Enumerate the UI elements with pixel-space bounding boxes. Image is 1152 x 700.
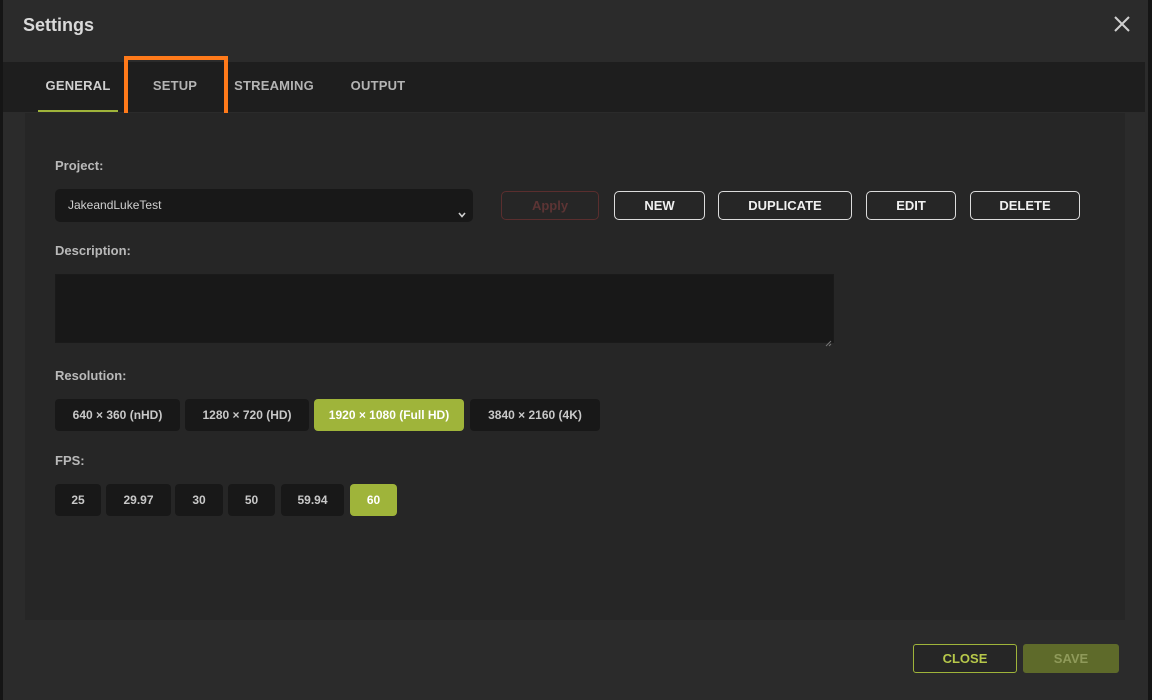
project-label: Project: xyxy=(55,158,104,173)
dialog-titlebar: Settings xyxy=(3,0,1148,50)
apply-button[interactable]: Apply xyxy=(501,191,599,220)
fps-option-25[interactable]: 25 xyxy=(55,484,101,516)
project-select-value: JakeandLukeTest xyxy=(68,198,162,212)
settings-dialog: Settings GENERAL SETUP STREAMING OUTPUT … xyxy=(3,0,1148,700)
delete-button[interactable]: DELETE xyxy=(970,191,1080,220)
dialog-title: Settings xyxy=(23,15,95,35)
description-label: Description: xyxy=(55,243,131,258)
chevron-down-icon xyxy=(457,200,467,218)
save-button[interactable]: SAVE xyxy=(1023,644,1119,673)
resolution-label: Resolution: xyxy=(55,368,127,383)
close-icon[interactable] xyxy=(1110,12,1134,36)
fps-option-59-94[interactable]: 59.94 xyxy=(281,484,344,516)
fps-option-29-97[interactable]: 29.97 xyxy=(106,484,171,516)
fps-label: FPS: xyxy=(55,453,85,468)
resize-grip-icon[interactable] xyxy=(825,334,832,347)
tab-general[interactable]: GENERAL xyxy=(38,62,118,112)
tab-output[interactable]: OUTPUT xyxy=(341,62,415,112)
new-button[interactable]: NEW xyxy=(614,191,705,220)
project-select[interactable]: JakeandLukeTest xyxy=(55,189,473,222)
edit-button[interactable]: EDIT xyxy=(866,191,956,220)
duplicate-button[interactable]: DUPLICATE xyxy=(718,191,852,220)
resolution-option-nhd[interactable]: 640 × 360 (nHD) xyxy=(55,399,180,431)
resolution-option-full-hd[interactable]: 1920 × 1080 (Full HD) xyxy=(314,399,464,431)
setup-tab-highlight xyxy=(124,56,228,119)
right-edge xyxy=(1148,0,1152,700)
fps-option-30[interactable]: 30 xyxy=(175,484,223,516)
resolution-option-hd[interactable]: 1280 × 720 (HD) xyxy=(185,399,309,431)
tab-streaming[interactable]: STREAMING xyxy=(225,62,323,112)
fps-option-60[interactable]: 60 xyxy=(350,484,397,516)
close-button[interactable]: CLOSE xyxy=(913,644,1017,673)
fps-option-50[interactable]: 50 xyxy=(228,484,275,516)
general-panel: Project: JakeandLukeTest Apply NEW DUPLI… xyxy=(25,113,1125,620)
description-textarea[interactable] xyxy=(55,274,834,347)
resolution-option-4k[interactable]: 3840 × 2160 (4K) xyxy=(470,399,600,431)
